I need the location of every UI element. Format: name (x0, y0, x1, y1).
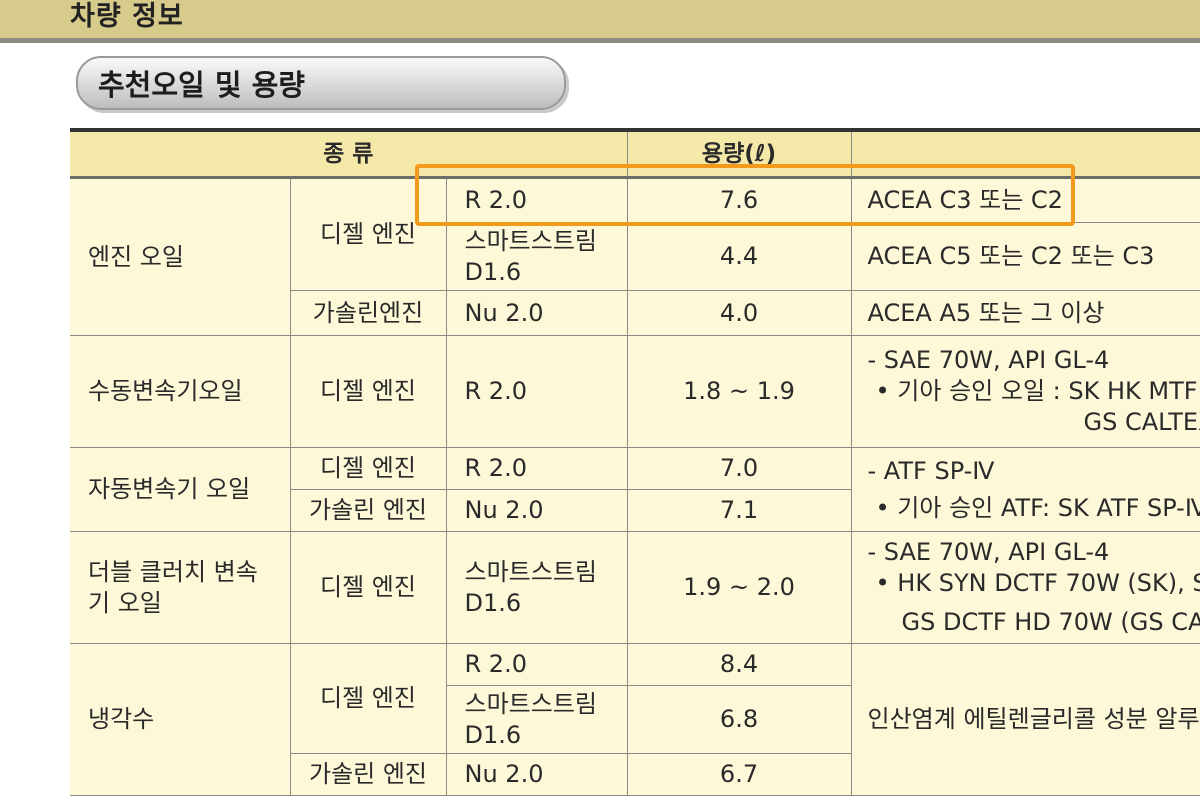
dct-capacity: 1.9 ~ 2.0 (626, 531, 852, 644)
spec-line: - ATF SP-Ⅳ (867, 456, 995, 485)
manual-trans-model: R 2.0 (445, 335, 628, 448)
oil-capacity-table: 종 류 용량(ℓ) 엔진 오일 디젤 엔진 R 2.0 7.6 ACEA C3 … (70, 132, 1200, 796)
coolant-d16-capacity: 6.8 (626, 685, 852, 754)
coolant-diesel-label: 디젤 엔진 (289, 643, 447, 754)
manual-trans-spec: - SAE 70W, API GL-4 • 기아 승인 오일 : SK HK M… (850, 335, 1200, 448)
engine-oil-gasoline-label: 가솔린엔진 (290, 290, 447, 336)
row-label-engine-oil: 엔진 오일 (70, 177, 291, 336)
engine-oil-d16-model: 스마트스트림 D1.6 (446, 222, 628, 291)
engine-oil-gasoline-spec: ACEA A5 또는 그 이상 (850, 290, 1200, 336)
row-label-coolant: 냉각수 (70, 643, 291, 796)
engine-oil-d16-spec: ACEA C5 또는 C2 또는 C3 (850, 222, 1200, 291)
coolant-gasoline-label: 가솔린 엔진 (290, 753, 447, 796)
table-row: 수동변속기오일 디젤 엔진 R 2.0 1.8 ~ 1.9 - SAE 70W,… (70, 335, 1200, 448)
coolant-r20-capacity: 8.4 (626, 643, 852, 686)
auto-trans-gasoline-label: 가솔린 엔진 (290, 489, 447, 532)
coolant-spec: 인산염계 에틸렌글리콜 성분 알루미 (850, 643, 1200, 796)
auto-trans-diesel-model: R 2.0 (445, 447, 628, 490)
coolant-gasoline-model: Nu 2.0 (445, 753, 628, 796)
label-line: 더블 클러치 변속 (88, 557, 258, 586)
table-row: 냉각수 디젤 엔진 R 2.0 8.4 인산염계 에틸렌글리콜 성분 알루미 (70, 643, 1200, 796)
table-row: 더블 클러치 변속 기 오일 디젤 엔진 스마트스트림 D1.6 1.9 ~ 2… (70, 531, 1200, 644)
section-header-band: 차량 정보 (0, 0, 1200, 43)
model-line: D1.6 (464, 588, 522, 617)
coolant-r20-model: R 2.0 (445, 643, 628, 686)
dct-model: 스마트스트림 D1.6 (445, 531, 628, 644)
model-line: 스마트스트림 (464, 689, 597, 718)
manual-trans-diesel-label: 디젤 엔진 (289, 335, 447, 448)
auto-trans-gasoline-model: Nu 2.0 (445, 489, 628, 532)
model-line: D1.6 (464, 720, 522, 749)
subsection-title: 추천오일 및 용량 (98, 68, 305, 102)
engine-oil-d16-capacity: 4.4 (626, 222, 852, 291)
subsection-title-pill: 추천오일 및 용량 (76, 56, 566, 110)
auto-trans-diesel-label: 디젤 엔진 (289, 447, 447, 490)
table-row: 자동변속기 오일 디젤 엔진 R 2.0 7.0 - ATF SP-Ⅳ • 기아… (70, 447, 1200, 532)
engine-oil-gasoline-model: Nu 2.0 (445, 290, 628, 336)
spec-line: - SAE 70W, API GL-4 (867, 346, 1110, 374)
coolant-d16-model: 스마트스트림 D1.6 (446, 685, 628, 754)
dct-diesel-label: 디젤 엔진 (289, 531, 447, 644)
spec-line: GS DCTF HD 70W (GS CALTE (901, 608, 1200, 636)
row-label-auto-trans: 자동변속기 오일 (70, 447, 291, 532)
highlight-box (415, 164, 1075, 226)
auto-trans-spec: - ATF SP-Ⅳ • 기아 승인 ATF: SK ATF SP-Ⅳ, (850, 447, 1200, 532)
auto-trans-diesel-capacity: 7.0 (626, 447, 852, 490)
engine-oil-gasoline-capacity: 4.0 (626, 290, 852, 336)
dct-spec: - SAE 70W, API GL-4 • HK SYN DCTF 70W (S… (850, 531, 1200, 644)
model-line: 스마트스트림 (464, 557, 597, 586)
row-label-dct: 더블 클러치 변속 기 오일 (70, 531, 291, 644)
model-line: D1.6 (464, 257, 522, 286)
manual-trans-capacity: 1.8 ~ 1.9 (626, 335, 852, 448)
row-label-manual-trans: 수동변속기오일 (70, 335, 291, 448)
model-line: 스마트스트림 (464, 226, 597, 255)
spec-line: • 기아 승인 ATF: SK ATF SP-Ⅳ, (875, 493, 1200, 522)
section-title: 차량 정보 (70, 1, 184, 32)
auto-trans-gasoline-capacity: 7.1 (626, 489, 852, 532)
spec-line: GS CALTEX G (1083, 408, 1200, 436)
spec-line: • HK SYN DCTF 70W (SK), SP (875, 569, 1200, 597)
coolant-gasoline-capacity: 6.7 (626, 753, 852, 796)
spec-line: • 기아 승인 오일 : SK HK MTF 7 (875, 377, 1200, 405)
spec-line: - SAE 70W, API GL-4 (867, 538, 1110, 566)
label-line: 기 오일 (88, 588, 162, 617)
